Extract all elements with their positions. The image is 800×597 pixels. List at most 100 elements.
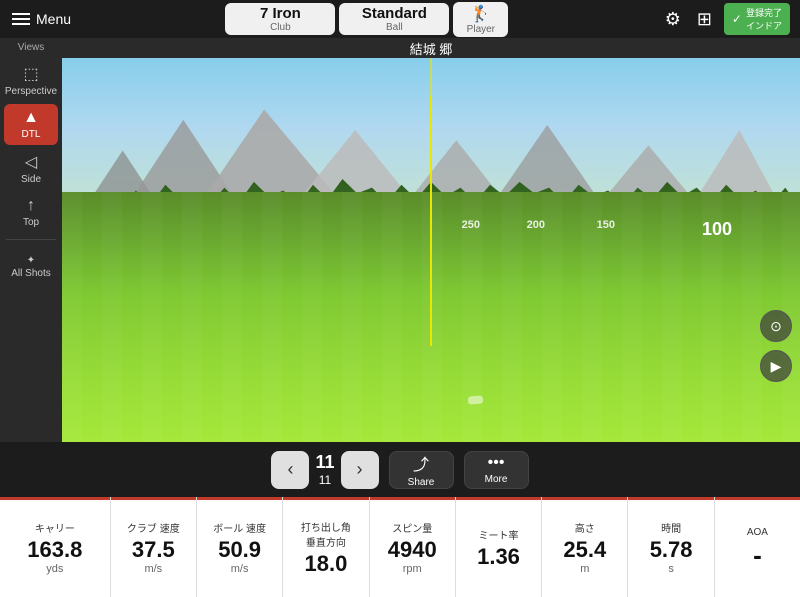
player-sub: Player [467, 24, 495, 35]
stat-value-1: 37.5 [132, 539, 175, 561]
more-label: More [485, 474, 508, 485]
dtl-label: DTL [22, 129, 41, 140]
shot-line [430, 58, 432, 346]
dist-100: 100 [702, 219, 732, 240]
play-button[interactable]: ▶ [760, 350, 792, 382]
stat-label-8: AOA [747, 527, 768, 538]
stat-value-8: - [753, 542, 762, 568]
stat-label-5: ミート率 [479, 527, 519, 542]
stat-top-line-5 [456, 497, 541, 500]
stat-label-4: スピン量 [392, 520, 432, 535]
stat-top-line-2 [197, 497, 282, 500]
top-bar: Menu 7 Iron Club Standard Ball 🏌️ Player… [0, 0, 800, 38]
shot-count: 11 11 [315, 452, 334, 487]
perspective-icon: ⬚ [23, 64, 38, 84]
stat-label-1: クラブ 速度 [127, 520, 180, 535]
stat-cell-7: 時間 5.78 s [628, 497, 714, 597]
stat-top-line-1 [111, 497, 196, 500]
ball-name: Standard [362, 5, 427, 22]
bottom-controls: ‹ 11 11 › ⤴ Share ••• More [0, 442, 800, 497]
stat-cell-6: 高さ25.4m [542, 497, 628, 597]
stat-value-6: 25.4 [563, 539, 606, 561]
side-label: Side [21, 174, 41, 185]
stat-value-7: 5.78 [650, 539, 693, 561]
more-button[interactable]: ••• More [464, 451, 529, 489]
stat-unit-2: m/s [231, 563, 249, 575]
all-shots-label: All Shots [11, 268, 50, 279]
stat-label-3: 打ち出し角 垂直方向 [301, 519, 351, 549]
views-label: Views [18, 42, 45, 53]
side-icon: ◁ [25, 152, 37, 172]
sidebar: Views ⬚ Perspective ▲ DTL ◁ Side ↑ Top ✦… [0, 38, 62, 442]
player-selector[interactable]: 🏌️ Player [453, 2, 508, 37]
top-view-button[interactable]: ↑ Top [4, 192, 58, 233]
right-buttons: ⊙ ▶ [760, 310, 792, 382]
stat-cell-2: ボール 速度 50.9 m/s [197, 497, 283, 597]
club-selector[interactable]: 7 Iron Club [225, 3, 335, 35]
stat-unit-4: rpm [403, 563, 422, 575]
dtl-icon: ▲ [23, 109, 39, 127]
main-viewport: 250 200 150 100 ⊙ ▶ [62, 58, 800, 442]
stat-top-line-6 [542, 497, 627, 500]
dtl-view-button[interactable]: ▲ DTL [4, 104, 58, 145]
ball-sub: Ball [386, 22, 403, 33]
stat-value-0: 163.8 [27, 539, 82, 561]
all-shots-icon: ✦ [27, 255, 35, 266]
hamburger-icon [12, 13, 30, 25]
stat-top-line-7 [628, 497, 713, 500]
dist-150: 150 [597, 219, 615, 231]
stat-unit-7: s [668, 563, 674, 575]
stat-cell-8: AOA - [715, 497, 800, 597]
stat-cell-3: 打ち出し角 垂直方向 18.0 [283, 497, 369, 597]
stat-top-line-3 [283, 497, 368, 500]
stat-value-2: 50.9 [218, 539, 261, 561]
menu-button[interactable]: Menu [0, 0, 83, 38]
more-icon: ••• [488, 454, 505, 472]
stat-top-line-8 [715, 497, 800, 500]
stat-value-5: 1.36 [477, 546, 520, 568]
player-name-bar: 結城 郷 [62, 38, 800, 58]
all-shots-button[interactable]: ✦ All Shots [4, 250, 58, 284]
side-view-button[interactable]: ◁ Side [4, 147, 58, 190]
status-badge: ✓ 登録完了 インドア [724, 3, 790, 35]
share-icon: ⤴ [413, 451, 429, 475]
stat-top-line-0 [0, 497, 110, 500]
stat-value-4: 4940 [388, 539, 437, 561]
stat-label-2: ボール 速度 [213, 520, 266, 535]
shot-navigation: ‹ 11 11 › [271, 451, 378, 489]
top-right: ⚙ ⊞ ✓ 登録完了 インドア [651, 3, 800, 35]
settings-button[interactable]: ⚙ [661, 7, 685, 32]
stat-cell-0: キャリー163.8yds [0, 497, 111, 597]
top-label: Top [23, 217, 39, 228]
perspective-label: Perspective [5, 86, 57, 97]
ball-selector[interactable]: Standard Ball [339, 3, 449, 35]
perspective-view-button[interactable]: ⬚ Perspective [4, 59, 58, 102]
top-icon: ↑ [27, 197, 35, 215]
stat-unit-1: m/s [144, 563, 162, 575]
shot-total: 11 [319, 473, 331, 487]
stat-cell-5: ミート率 1.36 [456, 497, 542, 597]
sidebar-divider [6, 239, 56, 240]
player-icon: 🏌️ [471, 4, 491, 24]
share-label: Share [408, 477, 435, 488]
stat-value-3: 18.0 [305, 553, 348, 575]
ball-marker [468, 395, 484, 404]
check-icon: ✓ [732, 12, 742, 26]
player-name: 結城 郷 [410, 39, 453, 58]
stat-cell-1: クラブ 速度 37.5 m/s [111, 497, 197, 597]
club-sub: Club [270, 22, 291, 33]
share-button[interactable]: ⤴ Share [389, 451, 454, 489]
prev-shot-button[interactable]: ‹ [271, 451, 309, 489]
dist-200: 200 [527, 219, 545, 231]
menu-label: Menu [36, 11, 71, 27]
shot-current: 11 [315, 452, 334, 473]
stat-cell-4: スピン量 4940 rpm [370, 497, 456, 597]
ball-view-button[interactable]: ⊙ [760, 310, 792, 342]
stat-label-7: 時間 [661, 520, 681, 535]
stat-unit-0: yds [46, 563, 63, 575]
grid-button[interactable]: ⊞ [693, 7, 716, 32]
next-shot-button[interactable]: › [341, 451, 379, 489]
stats-bar: キャリー163.8ydsクラブ 速度37.5m/sボール 速度50.9m/s打ち… [0, 497, 800, 597]
stat-label-6: 高さ [575, 520, 595, 535]
status-text: 登録完了 インドア [746, 6, 782, 32]
